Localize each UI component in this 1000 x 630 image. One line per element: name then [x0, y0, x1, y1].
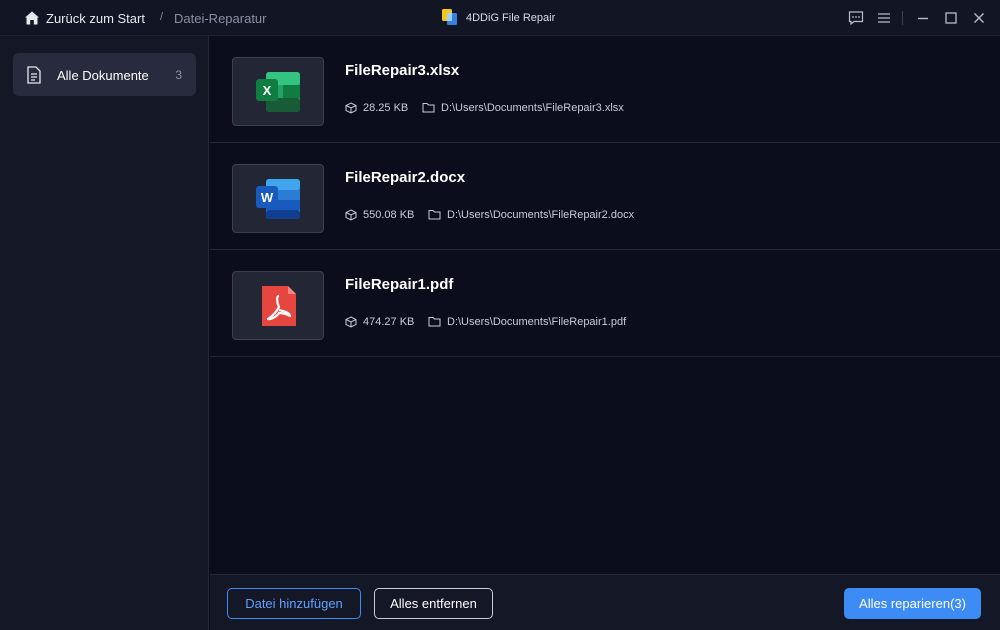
cube-icon — [345, 316, 357, 328]
menu-icon[interactable] — [876, 10, 892, 26]
file-name: FileRepair3.xlsx — [345, 62, 460, 79]
file-size: 550.08 KB — [363, 209, 415, 221]
feedback-icon[interactable] — [848, 10, 864, 26]
close-icon[interactable] — [971, 10, 987, 26]
app-title: 4DDiG File Repair — [466, 12, 556, 24]
file-name: FileRepair1.pdf — [345, 276, 454, 293]
titlebar-divider — [902, 11, 903, 25]
repair-all-button[interactable]: Alles reparieren(3) — [844, 588, 981, 619]
bottom-action-bar: Datei hinzufügen Alles entfernen Alles r… — [210, 574, 1000, 630]
file-row[interactable]: X FileRepair3.xlsx 28.25 KB D:\Users\Doc… — [210, 36, 1000, 143]
file-row[interactable]: FileRepair1.pdf 474.27 KB D:\Users\Docum… — [210, 250, 1000, 357]
title-bar: Zurück zum Start / Datei-Reparatur 4DDiG… — [0, 0, 1000, 36]
breadcrumb-current: Datei-Reparatur — [174, 11, 267, 26]
word-icon: W — [256, 179, 300, 219]
sidebar-item-all-documents[interactable]: Alle Dokumente 3 — [13, 53, 196, 96]
cube-icon — [345, 102, 357, 114]
remove-all-button[interactable]: Alles entfernen — [374, 588, 493, 619]
file-thumbnail: W — [232, 164, 324, 233]
sidebar: Alle Dokumente 3 — [0, 36, 209, 630]
maximize-icon[interactable] — [943, 10, 959, 26]
folder-icon — [422, 103, 435, 113]
sidebar-item-label: Alle Dokumente — [57, 68, 149, 83]
file-path: D:\Users\Documents\FileRepair1.pdf — [447, 316, 627, 328]
file-thumbnail: X — [232, 57, 324, 126]
app-logo-icon — [442, 9, 457, 25]
folder-icon — [428, 210, 441, 220]
back-to-start-link[interactable]: Zurück zum Start — [46, 11, 145, 26]
word-badge: W — [261, 190, 274, 205]
excel-badge: X — [263, 83, 272, 98]
file-row[interactable]: W FileRepair2.docx 550.08 KB D:\Users\Do… — [210, 143, 1000, 250]
add-file-button[interactable]: Datei hinzufügen — [227, 588, 361, 619]
file-list: X FileRepair3.xlsx 28.25 KB D:\Users\Doc… — [210, 36, 1000, 357]
folder-icon — [428, 317, 441, 327]
minimize-icon[interactable] — [915, 10, 931, 26]
pdf-icon — [262, 286, 296, 326]
home-icon[interactable] — [24, 10, 40, 26]
document-icon — [27, 66, 41, 84]
excel-icon: X — [256, 72, 300, 112]
file-thumbnail — [232, 271, 324, 340]
breadcrumb-separator: / — [160, 11, 164, 23]
file-path: D:\Users\Documents\FileRepair2.docx — [447, 209, 635, 221]
file-size: 474.27 KB — [363, 316, 415, 328]
file-size: 28.25 KB — [363, 102, 409, 114]
file-name: FileRepair2.docx — [345, 169, 466, 186]
file-path: D:\Users\Documents\FileRepair3.xlsx — [441, 102, 624, 114]
cube-icon — [345, 209, 357, 221]
sidebar-item-count: 3 — [175, 68, 182, 82]
